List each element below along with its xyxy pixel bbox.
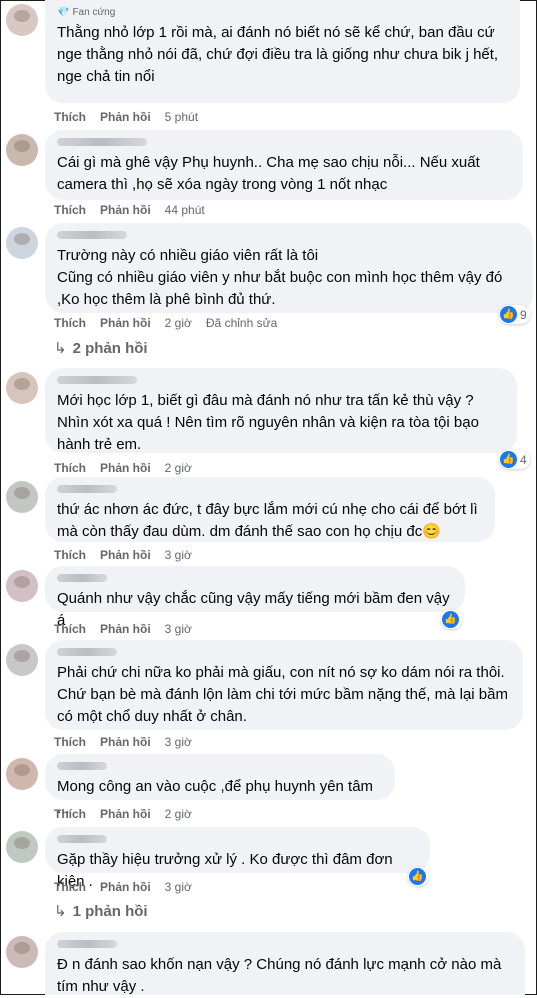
comment-bubble: Quánh như vậy chắc cũng vậy mấy tiếng mớ…	[45, 566, 465, 629]
thumbs-up-icon: 👍	[409, 868, 426, 885]
avatar[interactable]	[6, 570, 38, 602]
avatar[interactable]	[6, 644, 38, 676]
avatar[interactable]	[6, 936, 38, 968]
like-button[interactable]: Thích	[54, 735, 86, 749]
avatar[interactable]	[6, 831, 38, 863]
commenter-name[interactable]	[57, 938, 513, 950]
comment-actions: Thích Phản hồi 3 giờ	[54, 735, 192, 749]
comment-bubble: Đ n đánh sao khốn nạn vậy ? Chúng nó đán…	[45, 932, 525, 995]
thumbs-up-icon: 👍	[500, 306, 517, 323]
like-button[interactable]: Thích	[54, 461, 86, 475]
commenter-name[interactable]	[57, 374, 505, 386]
fan-badge: 💎 Fan cứng	[57, 7, 115, 18]
comment-text: Đ n đánh sao khốn nạn vậy ? Chúng nó đán…	[57, 956, 502, 995]
replies-count: 2 phản hồi	[72, 339, 148, 357]
comment-text: Trường này có nhiều giáo viên rất là tôi…	[57, 247, 503, 308]
reply-button[interactable]: Phản hồi	[100, 807, 151, 821]
comment-text: Cái gì mà ghê vậy Phụ huynh.. Cha mẹ sao…	[57, 154, 480, 193]
comment-text: thứ ác nhơn ác đức, t đây bực lắm mới cú…	[57, 501, 478, 540]
comment-actions: Thích Phản hồi 5 phút	[54, 110, 198, 124]
comment-time[interactable]: 3 giờ	[165, 622, 192, 636]
comment-bubble: Phải chứ chi nữa ko phải mà giấu, con ní…	[45, 640, 523, 730]
badge-label: Fan cứng	[72, 6, 116, 18]
comment-actions: Thích Phản hồi 3 giờ	[54, 548, 192, 562]
reply-button[interactable]: Phản hồi	[100, 622, 151, 636]
comment-actions: Thích Phản hồi 2 giờ Đã chỉnh sửa	[54, 316, 277, 330]
commenter-name[interactable]	[57, 572, 453, 584]
reaction-summary[interactable]: 👍	[441, 610, 462, 629]
comment-actions: Thích Phản hồi 2 giờ	[54, 807, 192, 821]
avatar[interactable]	[6, 758, 38, 790]
commenter-name[interactable]	[57, 229, 521, 241]
comment-time[interactable]: 3 giờ	[165, 880, 192, 894]
comment-actions: Thích Phản hồi 2 giờ	[54, 461, 192, 475]
reply-button[interactable]: Phản hồi	[100, 203, 151, 217]
avatar[interactable]	[6, 134, 38, 166]
reply-arrow-icon: ↳	[54, 340, 67, 357]
thumbs-up-icon: 👍	[500, 451, 517, 468]
comment-bubble: 💎 Fan cứng Thằng nhỏ lớp 1 rồi mà, ai đá…	[45, 0, 520, 103]
comment-time[interactable]: 2 giờ	[165, 461, 192, 475]
reply-button[interactable]: Phản hồi	[100, 461, 151, 475]
like-button[interactable]: Thích	[54, 110, 86, 124]
reply-button[interactable]: Phản hồi	[100, 548, 151, 562]
avatar[interactable]	[6, 481, 38, 513]
comment-bubble: thứ ác nhơn ác đức, t đây bực lắm mới cú…	[45, 477, 495, 542]
thumbs-up-icon: 👍	[442, 611, 459, 628]
comment-bubble: Mới học lớp 1, biết gì đâu mà đánh nó nh…	[45, 368, 517, 453]
like-button[interactable]: Thích	[54, 622, 86, 636]
view-replies-link[interactable]: ↳ 2 phản hồi	[54, 339, 148, 358]
comment-time[interactable]: 3 giờ	[165, 548, 192, 562]
comment-time[interactable]: 44 phút	[165, 203, 205, 217]
reply-button[interactable]: Phản hồi	[100, 110, 151, 124]
commenter-name[interactable]	[57, 136, 511, 148]
commenter-name[interactable]	[57, 483, 483, 495]
like-button[interactable]: Thích	[54, 316, 86, 330]
comment-actions: Thích Phản hồi 3 giờ	[54, 880, 192, 894]
like-button[interactable]: Thích	[54, 880, 86, 894]
comment-time[interactable]: 2 giờ	[165, 316, 192, 330]
replies-count: 1 phản hồi	[72, 902, 148, 920]
reaction-summary[interactable]: 👍 4	[499, 450, 530, 469]
comment-bubble: Trường này có nhiều giáo viên rất là tôi…	[45, 223, 533, 313]
diamond-icon: 💎	[57, 6, 70, 18]
view-replies-link[interactable]: ↳ 1 phản hồi	[54, 902, 148, 921]
comment-bubble: Cái gì mà ghê vậy Phụ huynh.. Cha mẹ sao…	[45, 130, 523, 200]
avatar[interactable]	[6, 4, 38, 36]
edited-label: Đã chỉnh sửa	[205, 316, 278, 330]
commenter-name[interactable]: 💎 Fan cứng	[57, 6, 508, 18]
comment-time[interactable]: 2 giờ	[165, 807, 192, 821]
comment-bubble: Gặp thầy hiệu trưởng xử lý . Ko được thì…	[45, 827, 430, 890]
comment-bubble: Mong công an vào cuộc ,để phụ huynh yên …	[45, 754, 395, 817]
reaction-count: 4	[520, 452, 527, 467]
reaction-summary[interactable]: 👍	[408, 867, 429, 886]
reply-button[interactable]: Phản hồi	[100, 316, 151, 330]
commenter-name[interactable]	[57, 646, 511, 658]
comment-time[interactable]: 5 phút	[165, 110, 198, 124]
comment-text: Thằng nhỏ lớp 1 rồi mà, ai đánh nó biết …	[57, 24, 499, 85]
comment-actions: Thích Phản hồi 3 giờ	[54, 622, 192, 636]
commenter-name[interactable]	[57, 760, 383, 772]
comment-text: Mới học lớp 1, biết gì đâu mà đánh nó nh…	[57, 392, 479, 453]
reply-button[interactable]: Phản hồi	[100, 735, 151, 749]
reply-arrow-icon: ↳	[54, 903, 67, 920]
reaction-count: 9	[520, 307, 527, 322]
avatar[interactable]	[6, 227, 38, 259]
comment-time[interactable]: 3 giờ	[165, 735, 192, 749]
comment-actions: Thích Phản hồi 44 phút	[54, 203, 205, 217]
comment-text: Phải chứ chi nữa ko phải mà giấu, con ní…	[57, 664, 508, 725]
reply-button[interactable]: Phản hồi	[100, 880, 151, 894]
like-button[interactable]: Thích	[54, 807, 86, 821]
avatar[interactable]	[6, 372, 38, 404]
like-button[interactable]: Thích	[54, 203, 86, 217]
reaction-summary[interactable]: 👍 9	[499, 305, 530, 324]
commenter-name[interactable]	[57, 833, 418, 845]
like-button[interactable]: Thích	[54, 548, 86, 562]
